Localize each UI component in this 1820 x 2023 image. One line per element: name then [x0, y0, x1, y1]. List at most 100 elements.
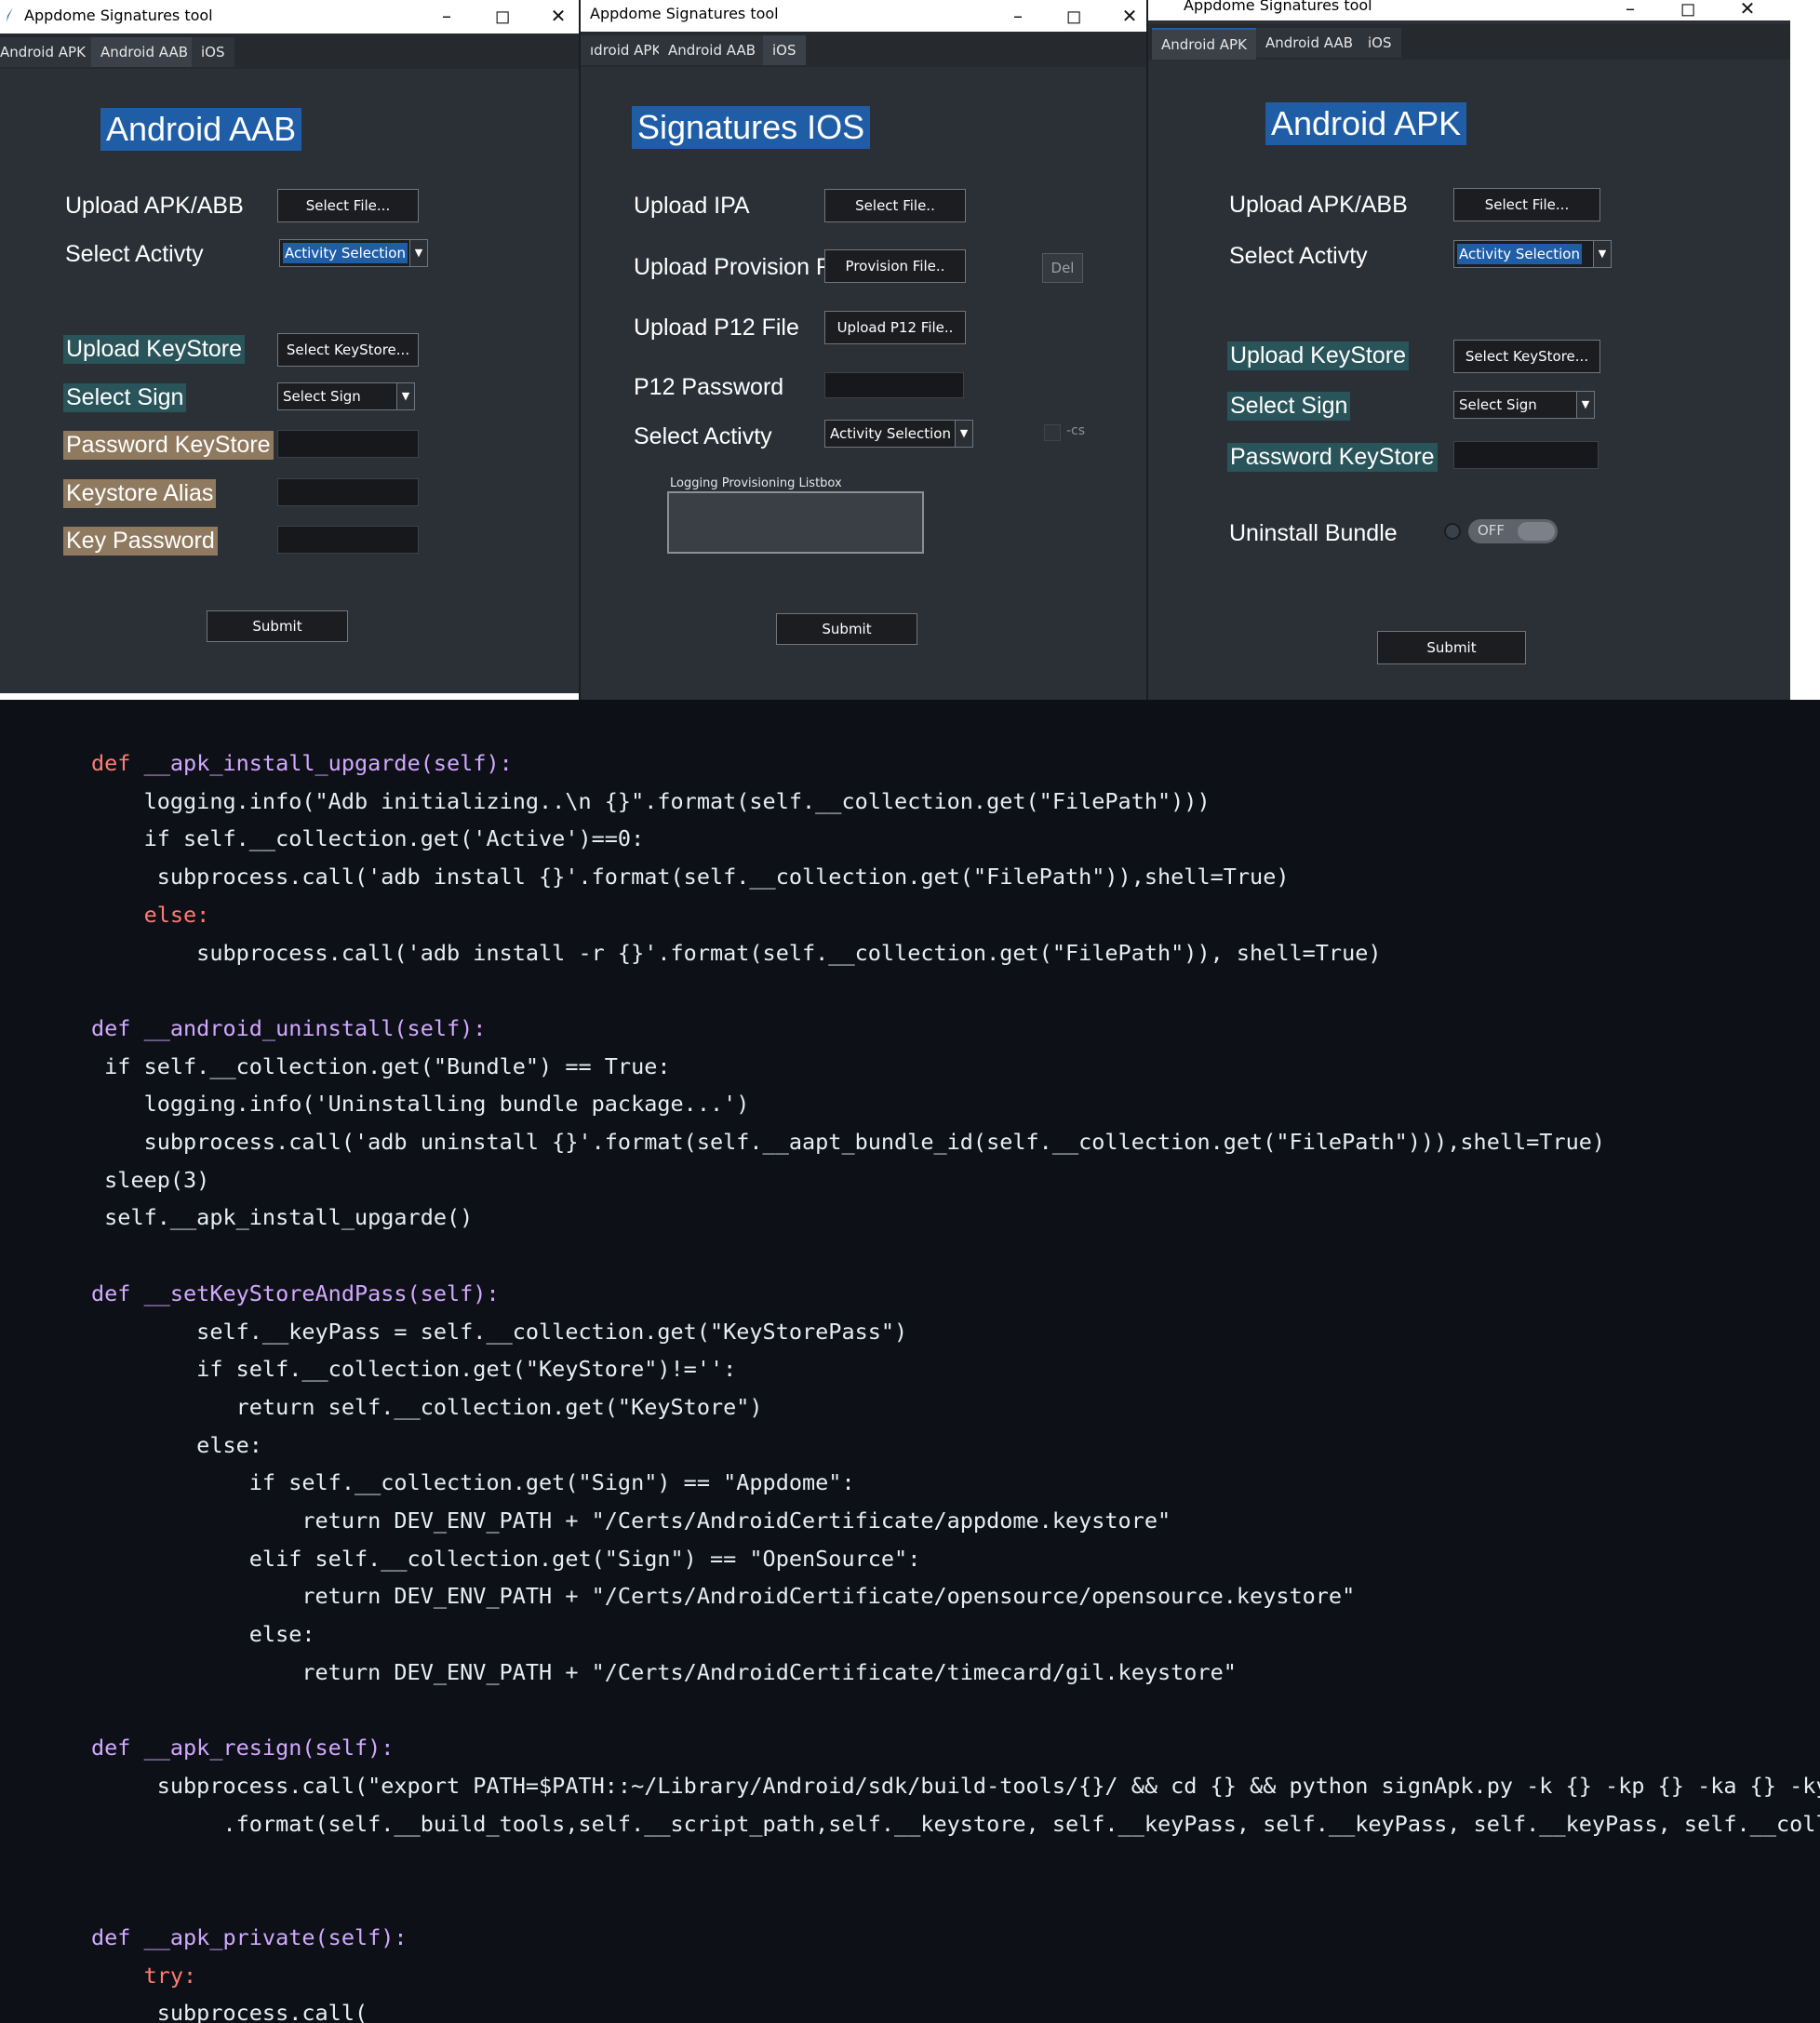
cs-label: -cs — [1066, 423, 1086, 438]
cs-checkbox[interactable] — [1044, 424, 1061, 441]
code-line: def __android_uninstall(self): — [91, 1014, 487, 1041]
select-file-button[interactable]: Select File.. — [824, 189, 966, 222]
code-line: if self.__collection.get("Bundle") == Tr… — [91, 1052, 671, 1079]
activity-select[interactable]: Activity Selection ▼ — [279, 239, 428, 267]
p12-password-input[interactable] — [824, 372, 964, 398]
minimize-icon[interactable]: – — [1602, 0, 1658, 26]
upload-ipa-label: Upload IPA — [634, 193, 750, 219]
maximize-icon[interactable]: ◻ — [1046, 0, 1102, 33]
code-line: else: — [91, 901, 210, 928]
tab-android-apk[interactable]: Android APK — [0, 37, 95, 67]
tab-android-apk[interactable]: Android APK — [1152, 28, 1256, 60]
submit-button[interactable]: Submit — [776, 613, 917, 645]
select-file-button[interactable]: Select File... — [1453, 188, 1600, 221]
password-keystore-label: Password KeyStore — [1227, 443, 1438, 472]
code-line: self.__apk_install_upgarde() — [91, 1204, 474, 1231]
window-android-aab: Appdome Signatures tool – ◻ ✕ Android AP… — [0, 0, 582, 693]
window-title: Appdome Signatures tool — [1184, 0, 1372, 14]
activity-select[interactable]: Activity Selection ▼ — [1453, 240, 1612, 268]
code-line: subprocess.call( — [91, 2000, 368, 2023]
code-line: else: — [91, 1431, 262, 1458]
uninstall-toggle[interactable]: OFF — [1468, 519, 1558, 543]
chevron-down-icon[interactable]: ▼ — [396, 383, 414, 409]
maximize-icon[interactable]: ◻ — [475, 0, 530, 33]
code-line: else: — [91, 1621, 315, 1648]
window-android-apk: Appdome Signatures tool – ◻ ✕ Android AP… — [1146, 0, 1790, 700]
code-line: subprocess.call('adb install -r {}'.form… — [91, 939, 1382, 966]
close-icon[interactable]: ✕ — [530, 0, 582, 33]
code-line: logging.info('Uninstalling bundle packag… — [91, 1091, 750, 1118]
sign-select[interactable]: Select Sign ▼ — [1453, 391, 1595, 419]
close-icon[interactable]: ✕ — [1720, 0, 1775, 26]
tab-bar: ıdroid APK Android AAB iOS — [581, 32, 1148, 67]
upload-p12-button[interactable]: Upload P12 File.. — [824, 311, 966, 344]
logging-listbox-label: Logging Provisioning Listbox — [670, 476, 842, 490]
close-icon[interactable]: ✕ — [1102, 0, 1148, 33]
provision-file-button[interactable]: Provision File.. — [824, 249, 966, 283]
uninstall-bundle-label: Uninstall Bundle — [1229, 520, 1398, 546]
code-line: return DEV_ENV_PATH + "/Certs/AndroidCer… — [91, 1507, 1171, 1534]
code-line: if self.__collection.get("Sign") == "App… — [91, 1469, 855, 1496]
chevron-down-icon[interactable]: ▼ — [955, 421, 972, 447]
select-keystore-button[interactable]: Select KeyStore... — [1453, 340, 1600, 373]
logging-listbox[interactable] — [667, 491, 924, 554]
submit-button[interactable]: Submit — [207, 610, 348, 642]
tab-android-aab[interactable]: Android AAB — [1256, 28, 1362, 58]
code-line: if self.__collection.get("KeyStore")!=''… — [91, 1356, 737, 1383]
window-ios: Appdome Signatures tool – ◻ ✕ ıdroid APK… — [579, 0, 1148, 709]
password-keystore-label: Password KeyStore — [63, 431, 274, 460]
tab-android-aab[interactable]: Android AAB — [659, 35, 765, 65]
code-line: try: — [91, 1962, 197, 1989]
code-line: if self.__collection.get('Active')==0: — [91, 825, 645, 852]
chevron-down-icon[interactable]: ▼ — [1593, 241, 1611, 267]
maximize-icon[interactable]: ◻ — [1660, 0, 1716, 26]
code-line: return DEV_ENV_PATH + "/Certs/AndroidCer… — [91, 1658, 1237, 1685]
tab-ios[interactable]: iOS — [192, 37, 234, 67]
select-file-button[interactable]: Select File... — [277, 189, 419, 222]
code-line: def __apk_resign(self): — [91, 1735, 395, 1762]
title-bar[interactable]: Appdome Signatures tool – ◻ ✕ — [581, 0, 1148, 32]
key-password-input[interactable] — [277, 526, 419, 554]
upload-provision-label: Upload Provision F — [634, 254, 831, 280]
activity-select-value: Activity Selection — [830, 425, 951, 442]
select-activity-label: Select Activty — [634, 423, 772, 449]
sign-select[interactable]: Select Sign ▼ — [277, 382, 415, 410]
sign-select-value: Select Sign — [1459, 396, 1537, 413]
chevron-down-icon[interactable]: ▼ — [409, 240, 427, 266]
key-password-label: Key Password — [63, 527, 218, 556]
tab-android-apk[interactable]: ıdroid APK — [581, 35, 671, 65]
feather-icon — [7, 7, 13, 22]
uninstall-radio[interactable] — [1444, 523, 1461, 540]
page-title: Signatures IOS — [632, 106, 871, 149]
select-keystore-button[interactable]: Select KeyStore... — [277, 333, 419, 367]
activity-select[interactable]: Activity Selection ▼ — [824, 420, 973, 448]
toggle-knob — [1518, 522, 1555, 541]
p12-password-label: P12 Password — [634, 374, 784, 400]
upload-p12-label: Upload P12 File — [634, 315, 799, 341]
tab-bar: Android APK Android AAB iOS — [0, 33, 582, 69]
code-block: def __apk_install_upgarde(self): logging… — [91, 744, 1820, 2023]
password-keystore-input[interactable] — [1453, 441, 1599, 469]
minimize-icon[interactable]: – — [990, 0, 1046, 33]
tab-bar: Android APK Android AAB iOS — [1148, 24, 1790, 60]
keystore-alias-input[interactable] — [277, 478, 419, 506]
tab-ios[interactable]: iOS — [763, 35, 806, 65]
code-line: logging.info("Adb initializing..\n {}".f… — [91, 787, 1211, 814]
minimize-icon[interactable]: – — [419, 0, 475, 33]
title-bar[interactable]: Appdome Signatures tool – ◻ ✕ — [0, 0, 582, 33]
title-bar[interactable]: Appdome Signatures tool – ◻ ✕ — [1148, 0, 1790, 20]
select-activity-label: Select Activty — [1229, 243, 1368, 269]
submit-button[interactable]: Submit — [1377, 631, 1526, 664]
code-line: def __apk_install_upgarde(self): — [91, 750, 513, 776]
code-line: subprocess.call('adb uninstall {}'.forma… — [91, 1129, 1606, 1156]
upload-apk-label: Upload APK/ABB — [65, 193, 244, 219]
code-editor: def __apk_install_upgarde(self): logging… — [0, 700, 1820, 2023]
password-keystore-input[interactable] — [277, 430, 419, 458]
chevron-down-icon[interactable]: ▼ — [1576, 392, 1594, 418]
tab-ios[interactable]: iOS — [1358, 28, 1401, 58]
sign-select-value: Select Sign — [283, 388, 361, 405]
tab-android-aab[interactable]: Android AAB — [91, 37, 197, 67]
activity-select-value: Activity Selection — [1457, 244, 1582, 264]
delete-button[interactable]: Del — [1042, 253, 1083, 283]
upload-keystore-label: Upload KeyStore — [63, 335, 246, 364]
